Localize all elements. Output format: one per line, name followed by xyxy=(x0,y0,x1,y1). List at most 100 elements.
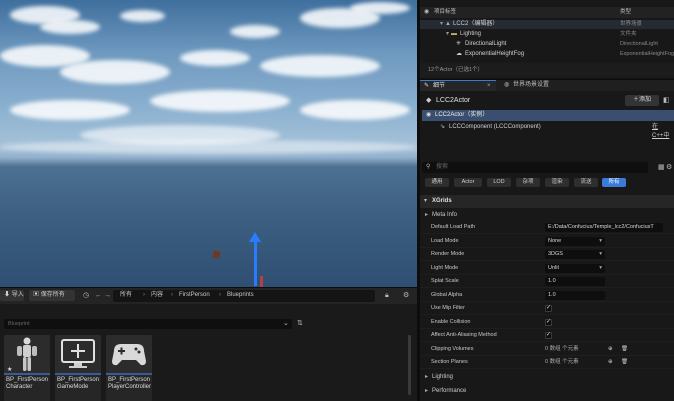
scrollbar[interactable] xyxy=(408,335,411,395)
filter-tab-active[interactable]: 所有 xyxy=(602,178,626,187)
outliner-row-label: DirectionalLight xyxy=(465,41,507,47)
save-all-button[interactable]: ▣ 保存所有 xyxy=(29,290,75,301)
checkbox[interactable]: ✓ xyxy=(545,305,552,312)
property-row: Light Mode Unlit xyxy=(420,262,674,275)
asset-search-input[interactable]: Blueprint xyxy=(4,319,292,329)
forward-arrow-icon[interactable]: → xyxy=(104,291,111,300)
close-icon[interactable]: × xyxy=(487,82,491,91)
asset-tile[interactable]: BP_FirstPerson PlayerController xyxy=(106,335,152,401)
chevron-right-icon: ▸ xyxy=(425,374,429,380)
actor-name[interactable]: LCC2Actor xyxy=(436,96,470,105)
lock-icon[interactable]: 🔒︎ xyxy=(385,291,389,300)
details-search-input[interactable]: ⚲ 搜索 xyxy=(422,162,648,173)
chevron-right-icon: ▸ xyxy=(425,388,429,394)
tab-details[interactable]: ✎ 细节 × xyxy=(420,80,496,91)
transform-gizmo-z-axis[interactable] xyxy=(254,240,257,286)
eye-icon[interactable]: ◉ xyxy=(424,8,429,17)
outliner-row[interactable]: ☁ ExponentialHeightFog ExponentialHeight… xyxy=(420,50,674,59)
property-label: Splat Scale xyxy=(431,278,459,284)
property-dropdown[interactable]: None xyxy=(545,236,605,246)
asset-type-bar xyxy=(55,373,101,375)
scene-object[interactable] xyxy=(212,250,221,259)
breadcrumb-item[interactable]: 所有 xyxy=(120,291,132,300)
outliner-row[interactable]: ▾ ▬ Lighting 文件夹 xyxy=(420,30,674,39)
section-lighting[interactable]: ▸ Lighting xyxy=(420,371,674,383)
section-header[interactable]: ▾ XGrids xyxy=(420,195,674,208)
trash-icon[interactable]: 🗑︎ xyxy=(621,356,628,369)
blueprint-icon[interactable]: ◧ xyxy=(663,96,670,104)
level-viewport[interactable] xyxy=(0,0,417,287)
asset-tile[interactable]: ★ BP_FirstPerson Character xyxy=(4,335,50,401)
svg-text:★: ★ xyxy=(7,366,12,373)
property-row: Default Load Path E:/Data/Confucius/Templ… xyxy=(420,221,674,234)
property-row: Clipping Volumes 0 数组 个元素 ⊕ 🗑︎ xyxy=(420,343,674,356)
filter-tab[interactable]: 通用 xyxy=(425,178,449,187)
property-input[interactable]: 1.0 xyxy=(545,277,605,286)
edit-in-cpp-link[interactable]: 在C++中 xyxy=(652,123,674,141)
cloud xyxy=(10,100,130,120)
chevron-down-icon[interactable]: ▾ xyxy=(440,20,443,29)
filter-tab[interactable]: Actor xyxy=(454,178,482,187)
component-icon: ⇘ xyxy=(440,124,446,130)
filter-tab[interactable]: 杂项 xyxy=(516,178,540,187)
cloud xyxy=(230,25,280,38)
settings-icon[interactable]: ⚙ xyxy=(666,163,672,171)
array-count: 0 数组 个元素 xyxy=(545,359,579,365)
property-dropdown[interactable]: Unlit xyxy=(545,263,605,273)
property-label: Render Mode xyxy=(431,251,465,257)
filter-tab[interactable]: 渲染 xyxy=(545,178,569,187)
property-input[interactable]: E:/Data/Confucius/Temple_lcc2/ConfuciusT xyxy=(545,223,663,232)
transform-gizmo-arrow-icon[interactable] xyxy=(249,232,261,242)
cloud xyxy=(60,60,170,84)
filter-tab[interactable]: LOD xyxy=(487,178,511,187)
property-label: Enable Collision xyxy=(431,318,471,325)
array-count: 0 数组 个元素 xyxy=(545,345,579,352)
import-icon: ⬇ xyxy=(4,292,11,298)
gear-icon[interactable]: ⚙ xyxy=(403,291,409,300)
gamepad-icon xyxy=(106,335,152,373)
breadcrumb-item[interactable]: Blueprints xyxy=(227,291,254,300)
property-row: Enable Collision ✓ xyxy=(420,316,674,329)
chevron-down-icon[interactable]: ▾ xyxy=(446,30,449,39)
chevron-right-icon: › xyxy=(171,292,173,298)
outliner-row[interactable]: ✳ DirectionalLight DirectionalLight xyxy=(420,40,674,49)
property-row: Use Mip Filter ✓ xyxy=(420,302,674,315)
outliner-row[interactable]: ▾ ▲ LCC2（编辑器） 世界场景 xyxy=(420,20,674,29)
tab-world-settings[interactable]: ◍ 世界场景设置 xyxy=(500,80,590,91)
outliner-header: ◉ 项目标签 类型 xyxy=(420,7,674,18)
outliner-label-column[interactable]: 项目标签 xyxy=(434,9,456,16)
checkbox[interactable]: ✓ xyxy=(545,318,552,326)
outliner-row-label: ExponentialHeightFog xyxy=(465,51,525,57)
globe-icon: ◍ xyxy=(504,82,510,88)
property-row: Load Mode None xyxy=(420,235,674,248)
property-label: Clipping Volumes xyxy=(431,345,474,352)
component-root-row[interactable]: ◉ LCC2Actor（实例） xyxy=(422,110,674,121)
filter-tab[interactable]: 流送 xyxy=(574,178,598,187)
import-button[interactable]: ⬇ 导入 xyxy=(0,290,24,301)
add-component-button[interactable]: ＋添加 xyxy=(625,95,659,106)
sort-icon[interactable]: ⇅ xyxy=(297,319,303,328)
breadcrumb-item[interactable]: FirstPerson xyxy=(179,291,210,300)
meta-info-row[interactable]: ▸ Meta Info xyxy=(420,209,674,221)
add-element-icon[interactable]: ⊕ xyxy=(608,356,613,369)
property-input[interactable]: 1.0 xyxy=(545,290,605,300)
grid-view-icon[interactable]: ▦ xyxy=(658,163,665,171)
breadcrumb-item[interactable]: 内容 xyxy=(151,291,163,300)
monitor-icon xyxy=(55,335,101,373)
trash-icon[interactable]: 🗑︎ xyxy=(621,343,628,356)
asset-tile[interactable]: BP_FirstPerson GameMode xyxy=(55,335,101,401)
outliner-status-bar: 12个Actor（已选1个） xyxy=(420,63,674,77)
chevron-down-icon[interactable]: ⌄ xyxy=(283,319,289,328)
property-dropdown[interactable]: 3DGS xyxy=(545,250,605,259)
component-row[interactable]: ⇘ LCCComponent (LCCComponent) 在C++中 xyxy=(422,122,674,139)
checkbox[interactable]: ✓ xyxy=(545,332,552,339)
transform-gizmo-x-axis[interactable] xyxy=(260,276,263,287)
outliner-type-column[interactable]: 类型 xyxy=(620,9,631,16)
history-icon[interactable]: ◷ xyxy=(83,291,89,300)
back-arrow-icon[interactable]: ← xyxy=(95,291,102,300)
section-performance[interactable]: ▸ Performance xyxy=(420,385,674,397)
chevron-down-icon: ▾ xyxy=(424,198,428,204)
outliner-row-type: DirectionalLight xyxy=(620,41,658,47)
add-element-icon[interactable]: ⊕ xyxy=(608,343,613,356)
property-row: Render Mode 3DGS xyxy=(420,248,674,261)
